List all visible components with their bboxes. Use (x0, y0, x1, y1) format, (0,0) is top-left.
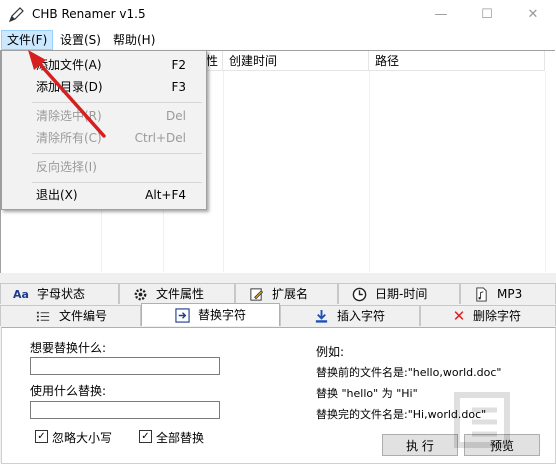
example-title: 例如: (316, 345, 345, 359)
find-label: 想要替换什么: (30, 341, 107, 355)
find-input[interactable] (30, 357, 220, 375)
menu-item-clear-selected[interactable]: 清除选中(R) Del (2, 105, 206, 127)
example-line-1: 替换前的文件名是:"hello,world.doc" (316, 366, 502, 379)
tab-insert-chars[interactable]: 插入字符 (280, 305, 420, 326)
execute-button[interactable]: 执 行 (382, 434, 458, 456)
tab-file-numbering[interactable]: 文件编号 (0, 305, 141, 326)
ignore-case-label: 忽略大小写 (52, 431, 113, 445)
tab-delete-chars[interactable]: ✕ 删除字符 (420, 305, 556, 326)
close-button[interactable]: ✕ (510, 0, 556, 30)
menu-file[interactable]: 文件(F) (1, 30, 54, 50)
window-title: CHB Renamer v1.5 (32, 7, 146, 21)
preview-button[interactable]: 预览 (464, 434, 540, 456)
menu-settings[interactable]: 设置(S) (55, 31, 106, 49)
tab-row-1: Aa 字母状态 文件属性 扩展名 日期-时间 MP3 (0, 283, 556, 305)
close-icon: ✕ (527, 7, 539, 22)
column-divider (545, 71, 546, 272)
edit-icon (248, 287, 264, 302)
tab-extension[interactable]: 扩展名 (235, 283, 338, 304)
replace-all-checkbox[interactable]: ✓ (139, 430, 152, 443)
menu-help[interactable]: 帮助(H) (108, 31, 160, 49)
example-line-2: 替换 "hello" 为 "Hi" (316, 387, 418, 400)
replace-icon (174, 308, 190, 323)
column-divider (369, 71, 370, 272)
x-icon: ✕ (452, 307, 466, 325)
file-menu-dropdown: 添加文件(A) F2 添加目录(D) F3 清除选中(R) Del 清除所有(C… (1, 50, 207, 210)
letter-case-icon: Aa (13, 288, 29, 301)
replace-all-label: 全部替换 (156, 431, 205, 445)
maximize-icon: ☐ (481, 7, 493, 22)
options-panel: Aa 字母状态 文件属性 扩展名 日期-时间 MP3 文件编号 替换字符 插入字… (0, 273, 556, 464)
clock-icon (351, 287, 367, 302)
minimize-icon: — (434, 7, 448, 22)
list-icon (35, 309, 51, 324)
maximize-button[interactable]: ☐ (464, 0, 510, 30)
download-icon (313, 309, 329, 324)
menu-bar: 文件(F) 设置(S) 帮助(H) (0, 30, 556, 50)
replace-input[interactable] (30, 401, 220, 419)
menu-item-exit[interactable]: 退出(X) Alt+F4 (2, 184, 206, 206)
column-header-created[interactable]: 创建时间 (223, 51, 369, 71)
replace-chars-panel: 想要替换什么: 使用什么替换: ✓ 忽略大小写 ✓ 全部替换 例如: 替换前的文… (1, 327, 556, 464)
menu-item-add-folder[interactable]: 添加目录(D) F3 (2, 76, 206, 98)
menu-separator (32, 153, 202, 154)
menu-item-invert-selection[interactable]: 反向选择(I) (2, 156, 206, 178)
title-bar: CHB Renamer v1.5 — ☐ ✕ (0, 0, 556, 30)
tab-file-attributes[interactable]: 文件属性 (119, 283, 235, 304)
example-line-3: 替换完的文件名是:"Hi,world.doc" (316, 408, 487, 421)
menu-item-add-file[interactable]: 添加文件(A) F2 (2, 54, 206, 76)
menu-separator (32, 102, 202, 103)
app-pen-icon (8, 7, 24, 23)
replace-label: 使用什么替换: (30, 384, 107, 398)
gear-icon (132, 287, 148, 302)
column-divider (223, 71, 224, 272)
menu-separator (32, 182, 202, 183)
tab-date-time[interactable]: 日期-时间 (338, 283, 460, 304)
tab-letter-case[interactable]: Aa 字母状态 (0, 283, 119, 304)
minimize-button[interactable]: — (418, 0, 464, 30)
tab-replace-chars[interactable]: 替换字符 (141, 303, 280, 326)
column-header-path[interactable]: 路径 (369, 51, 545, 71)
music-file-icon (473, 287, 489, 302)
tab-mp3[interactable]: MP3 (460, 283, 556, 304)
menu-item-clear-all[interactable]: 清除所有(C) Ctrl+Del (2, 127, 206, 149)
tab-row-2: 文件编号 替换字符 插入字符 ✕ 删除字符 (0, 303, 556, 327)
ignore-case-checkbox[interactable]: ✓ (35, 430, 48, 443)
